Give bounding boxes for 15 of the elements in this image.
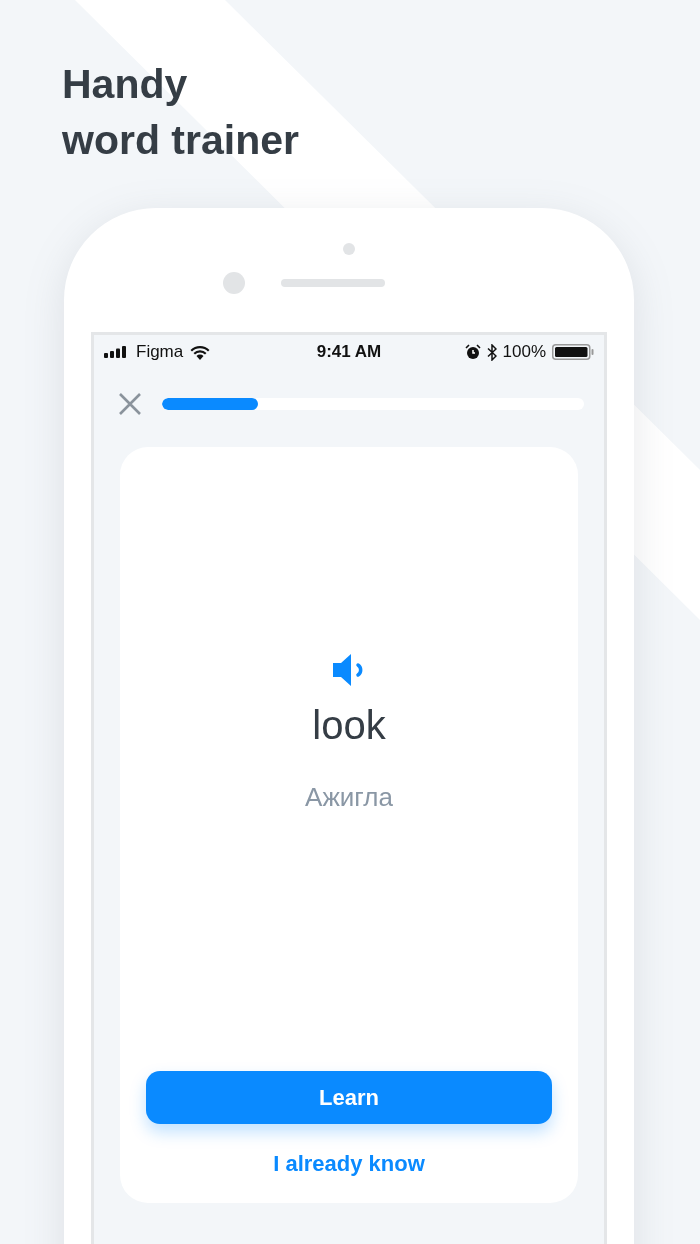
- clock-time: 9:41 AM: [316, 342, 382, 362]
- already-know-link[interactable]: I already know: [273, 1148, 425, 1180]
- sensor-dot: [343, 243, 355, 255]
- headline: Handy word trainer: [61, 60, 300, 165]
- wifi-icon: [189, 344, 212, 360]
- translation-text: Ажигла: [305, 781, 393, 813]
- carrier-name: Figma: [136, 342, 184, 362]
- battery-percent: 100%: [502, 342, 546, 362]
- close-button[interactable]: [118, 392, 142, 416]
- bluetooth-icon: [486, 343, 497, 361]
- learn-button[interactable]: Learn: [146, 1071, 552, 1124]
- battery-icon: [552, 344, 594, 360]
- alarm-icon: [464, 344, 481, 360]
- word-text: look: [312, 702, 386, 749]
- camera-lens: [223, 272, 245, 294]
